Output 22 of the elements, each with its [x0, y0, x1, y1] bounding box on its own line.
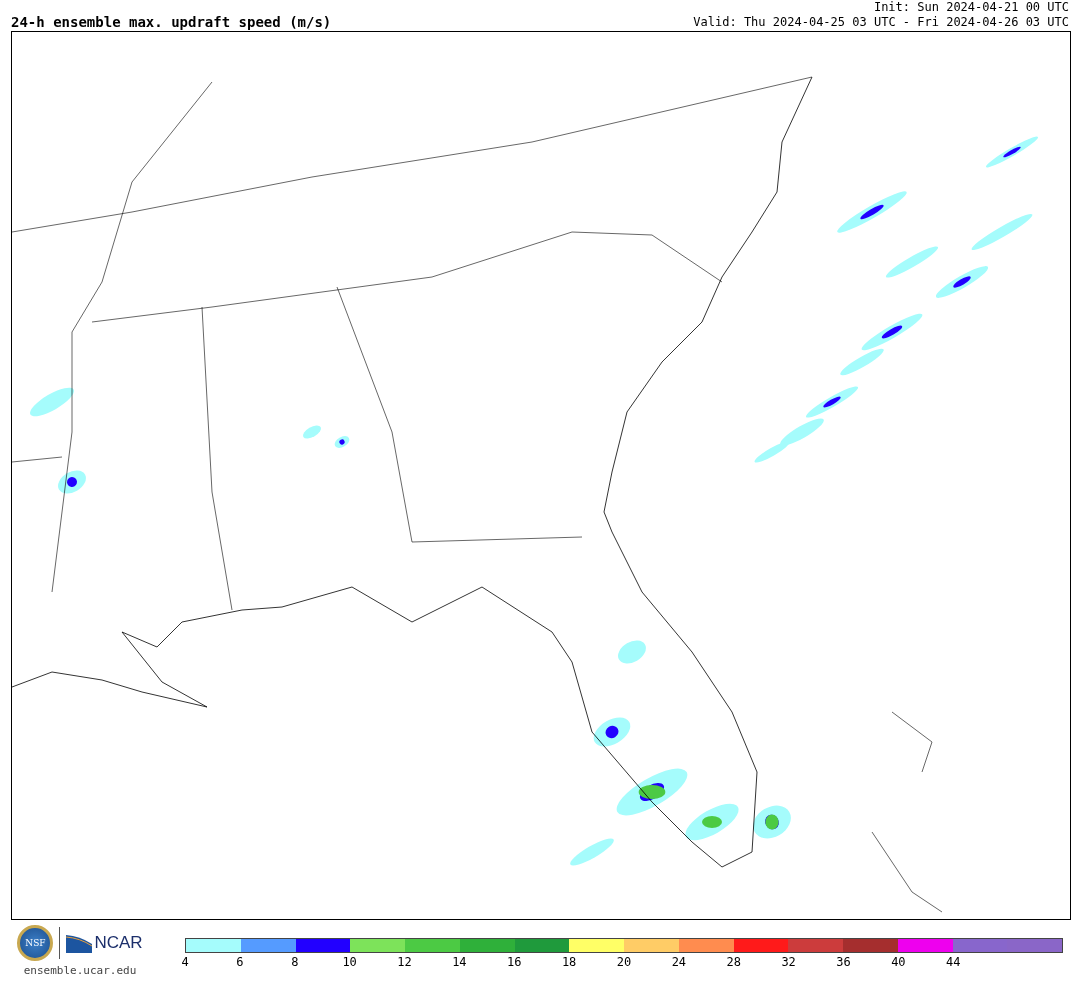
- init-time: Init: Sun 2024-04-21 00 UTC: [873, 0, 1069, 15]
- tick-label: 36: [836, 955, 851, 969]
- tick-label: 12: [397, 955, 412, 969]
- logo-text: NCAR: [94, 933, 143, 953]
- tick-label: 18: [561, 955, 577, 969]
- tick-label: 32: [781, 955, 796, 969]
- tick-label: 4: [181, 955, 189, 969]
- valid-time: Valid: Thu 2024-04-25 03 UTC - Fri 2024-04-26 03 UTC: [693, 15, 1069, 30]
- website-url: ensemble.ucar.edu: [23, 964, 137, 977]
- tick-label: 44: [946, 955, 961, 969]
- tick-label: 40: [891, 955, 906, 969]
- tick-label: 16: [507, 955, 522, 969]
- tick-label: 6: [236, 955, 244, 969]
- tick-label: 28: [726, 955, 741, 969]
- swoosh-icon: [66, 933, 93, 953]
- tick-label: 20: [616, 955, 632, 969]
- tick-label: 10: [342, 955, 357, 969]
- tick-label: 14: [452, 955, 467, 969]
- tick-label: 24: [671, 955, 687, 969]
- tick-label: 8: [291, 955, 299, 969]
- seal-logo: NSF: [17, 925, 54, 961]
- chart-title: 24-h ensemble max. updraft speed (m/s): [11, 14, 332, 30]
